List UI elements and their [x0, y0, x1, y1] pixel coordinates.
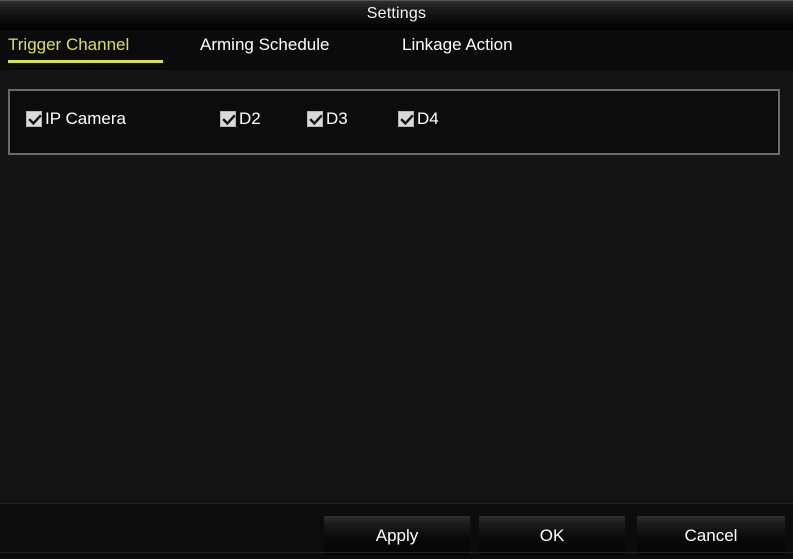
apply-button[interactable]: Apply [324, 516, 470, 556]
dialog-titlebar: Settings [0, 0, 793, 30]
ok-button[interactable]: OK [479, 516, 625, 556]
checkbox-item-ip-camera[interactable]: IP Camera [26, 109, 126, 129]
tab-linkage-action[interactable]: Linkage Action [402, 35, 513, 63]
checkbox-label: D4 [417, 109, 439, 128]
active-tab-underline [8, 60, 163, 63]
footer-divider [0, 552, 793, 553]
checkbox-label: D2 [239, 109, 261, 128]
trigger-channel-panel: IP Camera D2 D3 D4 [8, 89, 780, 155]
settings-dialog: Settings Trigger Channel Arming Schedule L… [0, 0, 793, 559]
tab-arming-schedule[interactable]: Arming Schedule [200, 35, 329, 63]
checkbox-d2[interactable] [220, 111, 236, 127]
checkbox-ip-camera[interactable] [26, 111, 42, 127]
checkbox-d4[interactable] [398, 111, 414, 127]
dialog-title: Settings [366, 5, 427, 22]
tab-bar: Trigger Channel Arming Schedule Linkage Ac… [0, 30, 793, 70]
checkbox-item-d4[interactable]: D4 [398, 109, 439, 129]
dialog-footer: Apply OK Cancel [0, 503, 793, 559]
checkbox-label: D3 [326, 109, 348, 128]
cancel-button[interactable]: Cancel [637, 516, 785, 556]
checkbox-d3[interactable] [307, 111, 323, 127]
dialog-content-area [0, 155, 793, 503]
checkbox-item-d2[interactable]: D2 [220, 109, 261, 129]
checkbox-label: IP Camera [45, 109, 126, 128]
tab-trigger-channel[interactable]: Trigger Channel [8, 35, 129, 63]
checkbox-item-d3[interactable]: D3 [307, 109, 348, 129]
